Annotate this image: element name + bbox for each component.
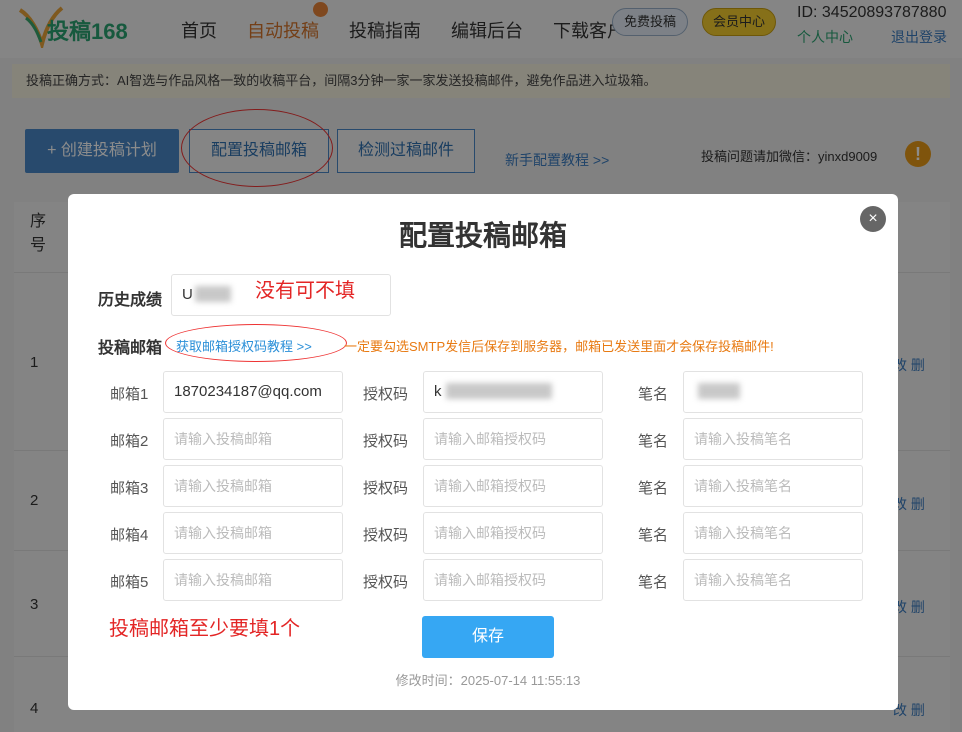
- close-icon[interactable]: ×: [860, 206, 886, 232]
- pen-label: 笔名: [638, 480, 669, 497]
- auth-input-2[interactable]: 请输入邮箱授权码: [423, 418, 603, 460]
- redaction-blur: [698, 383, 740, 399]
- mailbox-label: 投稿邮箱: [98, 340, 163, 357]
- annotation-min-mailbox: 投稿邮箱至少要填1个: [109, 618, 301, 640]
- annotation-optional: 没有可不填: [255, 280, 355, 302]
- auth-label: 授权码: [363, 527, 409, 544]
- config-mailbox-modal: 配置投稿邮箱 × 历史成绩 U 没有可不填 投稿邮箱 获取邮箱授权码教程 >> …: [68, 194, 898, 710]
- auth-label: 授权码: [363, 433, 409, 450]
- pen-input-5[interactable]: 请输入投稿笔名: [683, 559, 863, 601]
- mail-label: 邮箱5: [110, 574, 149, 591]
- redaction-blur: [446, 383, 552, 399]
- annotation-circle: [165, 324, 347, 362]
- modal-title: 配置投稿邮箱: [398, 220, 567, 251]
- pen-input-4[interactable]: 请输入投稿笔名: [683, 512, 863, 554]
- save-button[interactable]: 保存: [422, 616, 554, 658]
- auth-input-3[interactable]: 请输入邮箱授权码: [423, 465, 603, 507]
- mail-label: 邮箱3: [110, 480, 149, 497]
- pen-input-3[interactable]: 请输入投稿笔名: [683, 465, 863, 507]
- mail-input-1[interactable]: 1870234187@qq.com: [163, 371, 343, 413]
- mail-label: 邮箱1: [110, 386, 149, 403]
- auth-input-4[interactable]: 请输入邮箱授权码: [423, 512, 603, 554]
- pen-input-2[interactable]: 请输入投稿笔名: [683, 418, 863, 460]
- pen-label: 笔名: [638, 527, 669, 544]
- auth-label: 授权码: [363, 480, 409, 497]
- auth-label: 授权码: [363, 574, 409, 591]
- mail-label: 邮箱2: [110, 433, 149, 450]
- pen-label: 笔名: [638, 433, 669, 450]
- mail-input-4[interactable]: 请输入投稿邮箱: [163, 512, 343, 554]
- auth-input-5[interactable]: 请输入邮箱授权码: [423, 559, 603, 601]
- modified-time: 修改时间：2025-07-14 11:55:13: [395, 673, 581, 688]
- smtp-warning: 一定要勾选SMTP发信后保存到服务器，邮箱已发送里面才会保存投稿邮件!: [344, 339, 774, 354]
- mail-label: 邮箱4: [110, 527, 149, 544]
- mail-input-3[interactable]: 请输入投稿邮箱: [163, 465, 343, 507]
- redaction-blur: [195, 286, 231, 302]
- history-score-value: U: [182, 286, 193, 303]
- pen-label: 笔名: [638, 386, 669, 403]
- auth-label: 授权码: [363, 386, 409, 403]
- history-label: 历史成绩: [98, 292, 163, 309]
- mail-input-2[interactable]: 请输入投稿邮箱: [163, 418, 343, 460]
- mail-input-5[interactable]: 请输入投稿邮箱: [163, 559, 343, 601]
- pen-label: 笔名: [638, 574, 669, 591]
